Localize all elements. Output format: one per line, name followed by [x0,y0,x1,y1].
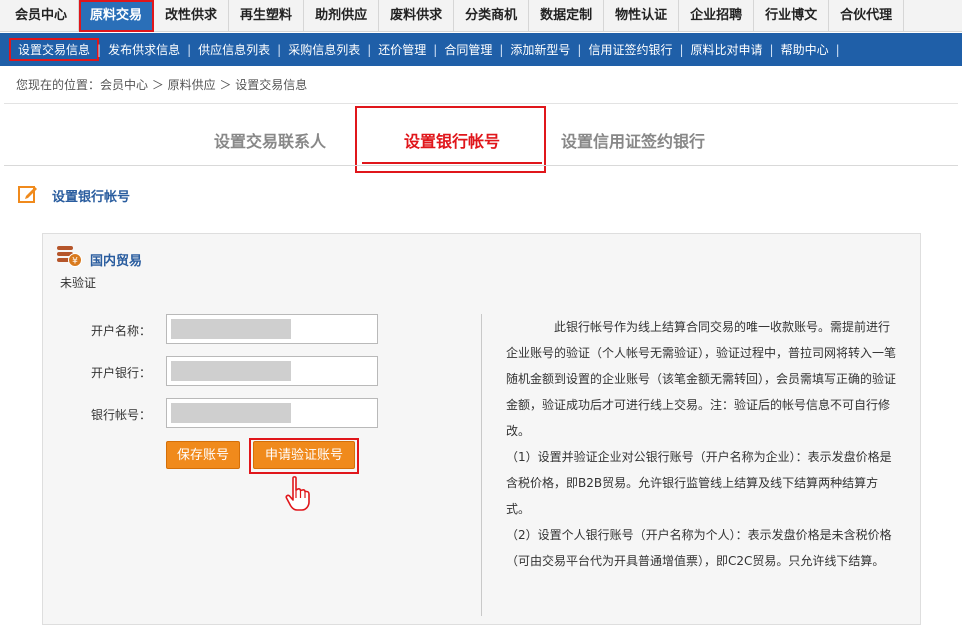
tab-lc-bank[interactable]: 设置信用证签约银行 [561,128,705,152]
topnav-item-modified[interactable]: 改性供求 [154,0,230,32]
hand-pointer-icon [285,476,311,515]
svg-text:¥: ¥ [72,257,78,267]
edit-icon [18,184,38,207]
breadcrumb: 您现在的位置：会员中心 ＞ 原料供应 ＞ 设置交易信息 [16,78,308,92]
subnav-item-supply-list[interactable]: 供应信息列表 [192,41,276,58]
topnav-item-member-center[interactable]: 会员中心 [4,0,80,32]
verification-status: 未验证 [60,276,97,290]
top-nav: 会员中心 原料交易 改性供求 再生塑料 助剂供应 废料供求 分类商机 数据定制 … [0,0,962,32]
sub-nav: 设置交易信息 | 发布供求信息 | 供应信息列表 | 采购信息列表 | 还价管理… [0,33,962,66]
bank-account-panel: ¥ 国内贸易 未验证 开户名称： 开户银行： 银行帐号： 保存账号 申请验证账号… [42,233,921,625]
coin-stack-icon: ¥ [56,244,82,271]
subnav-item-compare[interactable]: 原料比对申请 [685,41,769,58]
apply-verify-account-button[interactable]: 申请验证账号 [253,441,355,469]
subnav-item-contracts[interactable]: 合同管理 [438,41,498,58]
topnav-item-property-cert[interactable]: 物性认证 [604,0,680,32]
tab-active-underline [362,162,542,164]
topnav-item-waste[interactable]: 废料供求 [379,0,455,32]
topnav-item-data-custom[interactable]: 数据定制 [529,0,605,32]
info-paragraph: （1）设置并验证企业对公银行账号（开户名称为企业）：表示发盘价格是含税价格，即B… [506,450,892,516]
bank-name-input[interactable] [166,356,378,386]
topnav-item-blog[interactable]: 行业博文 [754,0,830,32]
section-header: 设置银行帐号 [18,184,130,207]
account-number-input[interactable] [166,398,378,428]
domestic-trade-title: 国内贸易 [90,254,143,269]
masked-value [171,361,291,381]
topnav-item-partner[interactable]: 合伙代理 [829,0,905,32]
subnav-item-lc-bank[interactable]: 信用证签约银行 [582,41,678,58]
info-paragraph: （2）设置个人银行账号（开户名称为个人）：表示发盘价格是未含税价格（可由交易平台… [506,528,892,568]
tabs-divider [4,165,958,166]
form-row-account-name: 开户名称： [43,314,383,344]
topnav-item-additives[interactable]: 助剂供应 [304,0,380,32]
subnav-item-help[interactable]: 帮助中心 [775,41,835,58]
subnav-item-set-trade-info[interactable]: 设置交易信息 [8,38,100,61]
topnav-item-raw-material-trade[interactable]: 原料交易 [79,0,155,32]
tab-bar: 设置交易联系人 设置银行帐号 设置信用证签约银行 [0,104,962,173]
subnav-item-add-model[interactable]: 添加新型号 [504,41,576,58]
masked-value [171,319,291,339]
account-name-input[interactable] [166,314,378,344]
bank-name-label: 开户银行： [90,366,151,380]
form-row-bank-name: 开户银行： [43,356,383,386]
masked-value [171,403,291,423]
tab-trade-contact[interactable]: 设置交易联系人 [214,128,326,152]
subnav-item-publish[interactable]: 发布供求信息 [102,41,186,58]
topnav-item-recycled[interactable]: 再生塑料 [229,0,305,32]
topnav-item-recruit[interactable]: 企业招聘 [679,0,755,32]
form-row-account-number: 银行帐号： [43,398,383,428]
subnav-separator: | [835,42,840,57]
topnav-item-category-leads[interactable]: 分类商机 [454,0,530,32]
subnav-item-purchase-list[interactable]: 采购信息列表 [282,41,366,58]
save-account-button[interactable]: 保存账号 [166,441,240,469]
account-number-label: 银行帐号： [90,408,151,422]
account-info-text: 此银行帐号作为线上结算合同交易的唯一收款账号。需提前进行企业账号的验证（个人帐号… [506,314,898,574]
info-paragraph: 此银行帐号作为线上结算合同交易的唯一收款账号。需提前进行企业账号的验证（个人帐号… [506,320,897,438]
account-name-label: 开户名称： [90,324,151,338]
subnav-item-counter-offer[interactable]: 还价管理 [372,41,432,58]
panel-vertical-divider [481,314,482,616]
section-title: 设置银行帐号 [52,190,131,205]
